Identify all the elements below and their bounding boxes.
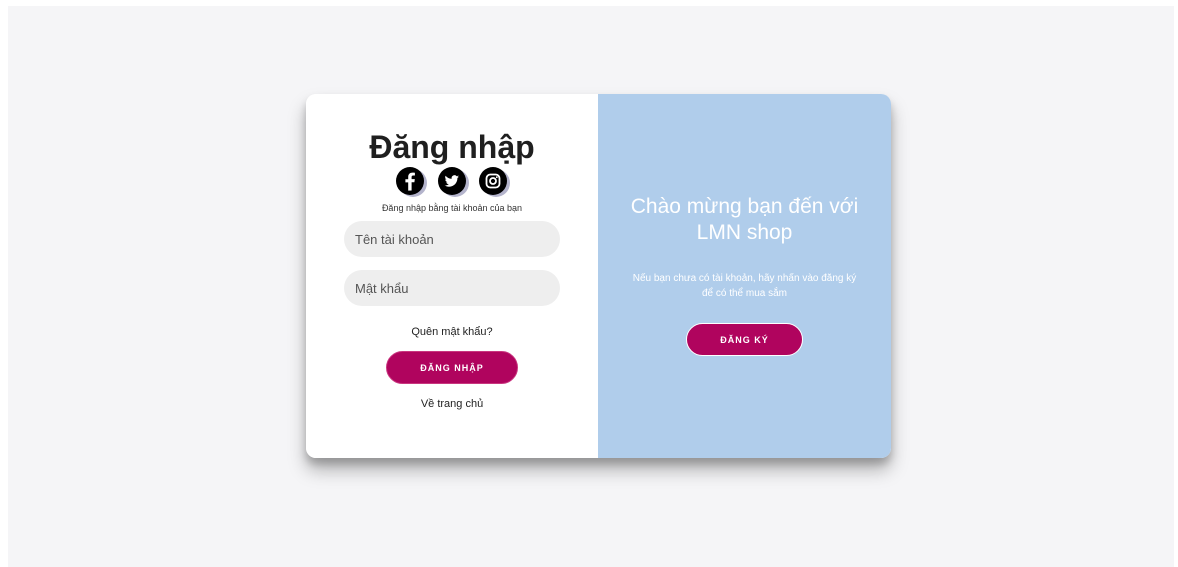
home-link[interactable]: Về trang chủ — [306, 397, 598, 411]
social-login-group — [395, 167, 510, 197]
password-input[interactable] — [344, 270, 560, 306]
twitter-icon[interactable] — [438, 167, 466, 195]
register-button[interactable]: ĐĂNG KÝ — [686, 323, 803, 356]
page-title: Đăng nhập — [369, 129, 535, 165]
login-subtitle: Đăng nhập bằng tài khoản của bạn — [381, 203, 523, 213]
username-input[interactable] — [344, 221, 560, 257]
register-panel: Chào mừng bạn đến với LMN shop Nếu bạn c… — [598, 94, 891, 458]
login-button[interactable]: ĐĂNG NHẬP — [386, 351, 518, 384]
login-panel: Đăng nhập Đăng nhập bằng tài khoản của b… — [306, 94, 598, 458]
forgot-password-link[interactable]: Quên mật khẩu? — [306, 325, 598, 339]
instagram-icon[interactable] — [479, 167, 507, 195]
welcome-title: Chào mừng bạn đến với LMN shop — [630, 195, 859, 244]
register-description: Nếu bạn chưa có tài khoản, hãy nhấn vào … — [632, 273, 857, 299]
page-background: Đăng nhập Đăng nhập bằng tài khoản của b… — [8, 6, 1174, 567]
facebook-icon[interactable] — [396, 167, 424, 195]
auth-card: Đăng nhập Đăng nhập bằng tài khoản của b… — [306, 94, 891, 458]
